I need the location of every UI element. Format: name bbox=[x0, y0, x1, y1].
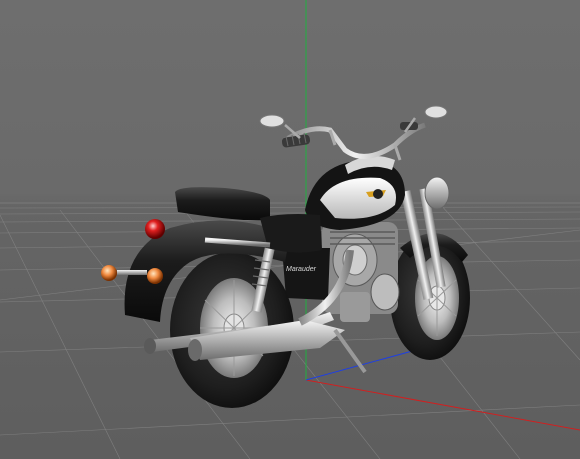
scene-canvas[interactable]: Marauder bbox=[0, 0, 580, 459]
handlebars bbox=[281, 122, 426, 161]
x-axis-line bbox=[305, 379, 580, 431]
3d-viewport[interactable]: Marauder bbox=[0, 0, 580, 459]
indicator-stalk bbox=[117, 270, 147, 275]
tail-light bbox=[145, 219, 165, 239]
kickstand bbox=[333, 328, 367, 374]
side-cover bbox=[282, 248, 330, 300]
right-indicator bbox=[147, 268, 163, 284]
side-cover-badge: Marauder bbox=[286, 266, 317, 273]
left-indicator bbox=[101, 265, 117, 281]
headlight bbox=[424, 176, 450, 210]
mirrors bbox=[259, 105, 448, 139]
engine bbox=[322, 222, 400, 322]
motorcycle-model[interactable]: Marauder bbox=[101, 105, 470, 408]
